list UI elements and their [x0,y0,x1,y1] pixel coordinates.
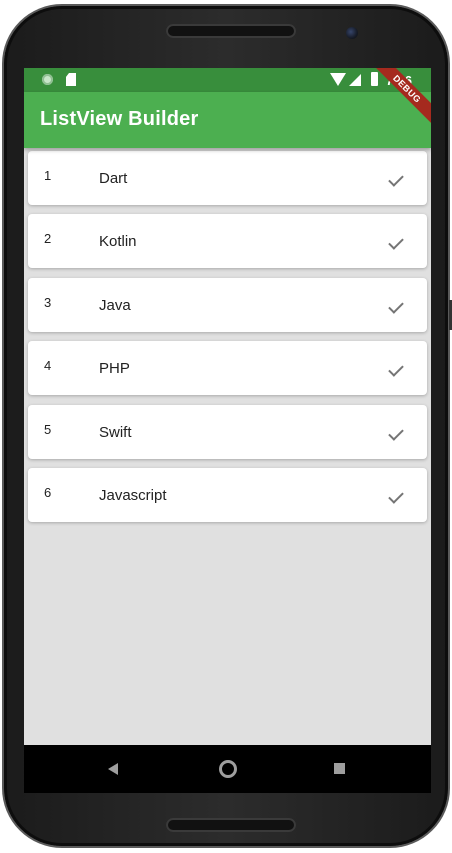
bottom-speaker [166,818,296,832]
check-icon [388,298,404,314]
list-item-label: Swift [99,424,132,441]
front-camera [346,27,358,39]
list-item-number: 2 [44,231,52,246]
check-icon [388,171,404,187]
list-item-number: 4 [44,358,52,373]
notification-dot-icon [42,74,53,85]
app-bar: ListView Builder [24,92,431,148]
list-item-number: 5 [44,422,52,437]
list-item[interactable]: 4 PHP [28,341,427,395]
app-bar-title: ListView Builder [40,108,199,130]
list-item-label: Javascript [99,487,167,504]
list-item-label: Java [99,297,131,314]
list-item[interactable]: 5 Swift [28,405,427,459]
wifi-icon [330,73,346,86]
battery-icon [371,72,378,86]
list-item-label: PHP [99,360,130,377]
status-bar: 7:56 [24,68,431,92]
list-item-number: 1 [44,168,52,183]
list-item-number: 3 [44,295,52,310]
list-item[interactable]: 3 Java [28,278,427,332]
list-item[interactable]: 1 Dart [28,151,427,205]
signal-icon [349,74,361,86]
list-item-number: 6 [44,485,52,500]
check-icon [388,488,404,504]
system-nav-bar [24,745,431,793]
sd-card-icon [66,73,76,86]
back-icon[interactable] [108,763,118,775]
recent-apps-icon[interactable] [334,763,345,774]
list-item-label: Dart [99,170,128,187]
top-speaker [166,24,296,38]
check-icon [388,234,404,250]
home-icon[interactable] [219,760,237,778]
app-screen: 7:56 ListView Builder DEBUG 1 Dart 2 Kot… [24,68,431,745]
check-icon [388,361,404,377]
check-icon [388,425,404,441]
list-item[interactable]: 2 Kotlin [28,214,427,268]
list-item[interactable]: 6 Javascript [28,468,427,522]
list-item-label: Kotlin [99,233,137,250]
